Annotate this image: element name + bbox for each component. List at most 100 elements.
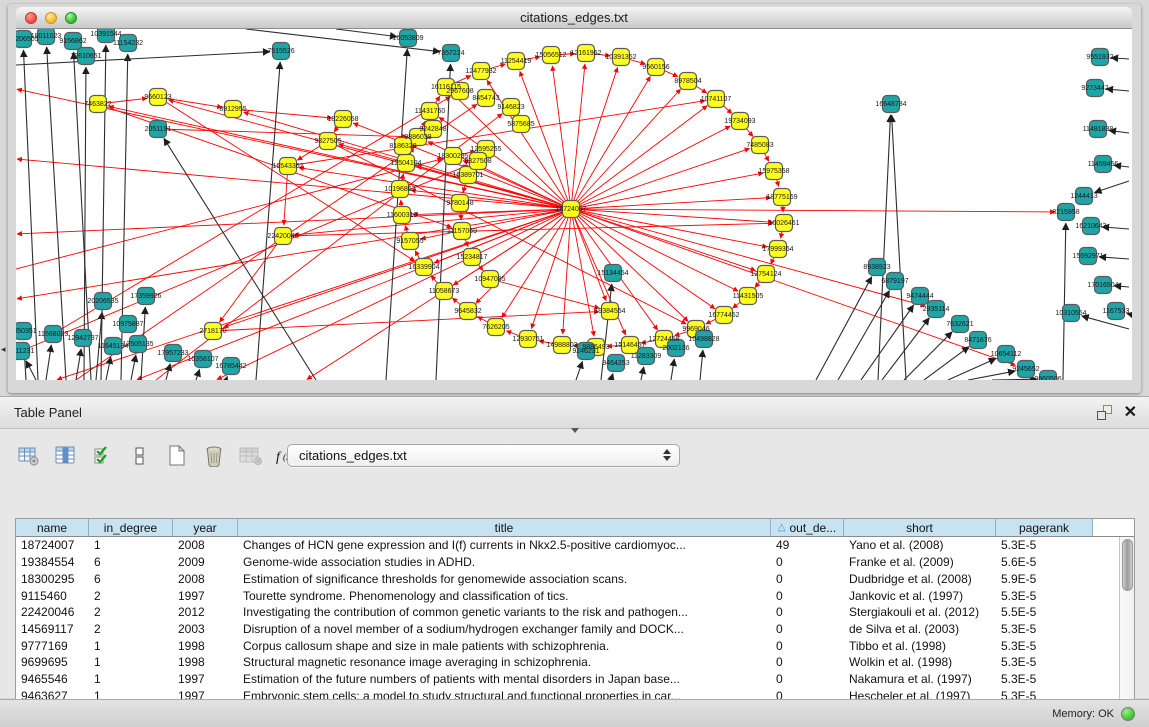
table-cell-out_de[interactable]: 0 (771, 605, 844, 619)
table-row[interactable]: 969969511998Structural magnetic resonanc… (16, 654, 1119, 671)
table-cell-year[interactable]: 1997 (173, 589, 238, 603)
graph-edge[interactable] (336, 29, 397, 37)
column-header-short[interactable]: short (844, 519, 996, 536)
table-cell-pagerank[interactable]: 5.9E-5 (996, 572, 1093, 586)
table-options-icon[interactable] (16, 443, 42, 469)
close-window-icon[interactable] (25, 12, 37, 24)
graph-edge[interactable] (992, 379, 1037, 380)
graph-edge[interactable] (571, 209, 773, 222)
graph-edge[interactable] (641, 367, 644, 380)
table-cell-in_degree[interactable]: 6 (89, 555, 173, 569)
graph-edge[interactable] (196, 369, 200, 380)
table-cell-year[interactable]: 2008 (173, 572, 238, 586)
graph-edge[interactable] (571, 106, 707, 209)
graph-edge[interactable] (490, 279, 599, 308)
table-cell-in_degree[interactable]: 6 (89, 572, 173, 586)
table-cell-year[interactable]: 2003 (173, 622, 238, 636)
table-cell-short[interactable]: Jankovic et al. (1997) (844, 589, 996, 603)
vertical-scrollbar[interactable] (1119, 537, 1134, 704)
graph-edge[interactable] (256, 62, 280, 380)
table-cell-short[interactable]: de Silva et al. (2003) (844, 622, 996, 636)
column-header-pagerank[interactable]: pagerank (996, 519, 1093, 536)
table-cell-short[interactable]: Nakamura et al. (1997) (844, 672, 996, 686)
import-table-icon[interactable] (238, 443, 264, 469)
graph-edge[interactable] (576, 361, 582, 380)
table-cell-title[interactable]: Tourette syndrome. Phenomenology and cla… (238, 589, 771, 603)
table-cell-name[interactable]: 9777169 (16, 639, 89, 653)
graph-edge[interactable] (816, 277, 872, 380)
memory-ok-indicator-icon[interactable] (1121, 707, 1135, 721)
table-row[interactable]: 1938455462009Genome-wide association stu… (16, 554, 1119, 571)
zoom-window-icon[interactable] (65, 12, 77, 24)
table-cell-out_de[interactable]: 0 (771, 655, 844, 669)
close-panel-icon[interactable]: ✕ (1124, 406, 1137, 420)
graph-edge[interactable] (838, 291, 890, 380)
graph-edge[interactable] (563, 209, 571, 334)
table-cell-short[interactable]: Yano et al. (2008) (844, 538, 996, 552)
table-row[interactable]: 946554611997Estimation of the future num… (16, 671, 1119, 688)
network-window-titlebar[interactable]: citations_edges.txt (16, 7, 1132, 29)
table-cell-title[interactable]: Changes of HCN gene expression and I(f) … (238, 538, 771, 552)
graph-edge[interactable] (213, 312, 599, 331)
graph-edge[interactable] (904, 332, 952, 380)
table-cell-short[interactable]: Dudbridge et al. (2008) (844, 572, 996, 586)
column-header-year[interactable]: year (173, 519, 238, 536)
table-cell-out_de[interactable]: 0 (771, 589, 844, 603)
graph-edge[interactable] (892, 115, 906, 380)
graph-edge[interactable] (106, 357, 111, 380)
table-cell-name[interactable]: 22420046 (16, 605, 89, 619)
table-cell-out_de[interactable]: 0 (771, 555, 844, 569)
graph-edge[interactable] (968, 371, 1015, 380)
column-header-name[interactable]: name (16, 519, 89, 536)
select-columns-icon[interactable] (90, 443, 116, 469)
table-cell-pagerank[interactable]: 5.6E-5 (996, 555, 1093, 569)
graph-edge[interactable] (571, 76, 650, 209)
table-cell-short[interactable]: Franke et al. (2009) (844, 555, 996, 569)
table-cell-name[interactable]: 19384554 (16, 555, 89, 569)
table-cell-pagerank[interactable]: 5.3E-5 (996, 538, 1093, 552)
graph-edge[interactable] (1106, 89, 1129, 91)
table-cell-year[interactable]: 2012 (173, 605, 238, 619)
table-cell-title[interactable]: Structural magnetic resonance image aver… (238, 655, 771, 669)
table-row[interactable]: 911546021997Tourette syndrome. Phenomeno… (16, 587, 1119, 604)
collapse-panel-arrow-icon[interactable]: ◂ (1, 344, 6, 355)
table-cell-year[interactable]: 2008 (173, 538, 238, 552)
network-canvas[interactable]: 1872400716116115124779321125441915056512… (16, 29, 1132, 380)
table-cell-in_degree[interactable]: 1 (89, 655, 173, 669)
delete-icon[interactable] (201, 443, 227, 469)
graph-edge[interactable] (671, 359, 674, 380)
table-cell-name[interactable]: 9115460 (16, 589, 89, 603)
table-cell-in_degree[interactable]: 2 (89, 605, 173, 619)
graph-edge[interactable] (1094, 181, 1129, 193)
table-selector-dropdown[interactable]: citations_edges.txt (287, 444, 680, 467)
graph-edge[interactable] (924, 347, 969, 380)
row-options-icon[interactable] (127, 443, 153, 469)
table-cell-pagerank[interactable]: 5.3E-5 (996, 589, 1093, 603)
table-cell-pagerank[interactable]: 5.3E-5 (996, 639, 1093, 653)
graph-edge[interactable] (226, 376, 227, 380)
table-cell-pagerank[interactable]: 5.3E-5 (996, 655, 1093, 669)
table-cell-year[interactable]: 1998 (173, 655, 238, 669)
graph-edge[interactable] (571, 209, 738, 291)
graph-edge[interactable] (611, 374, 613, 380)
graph-edge[interactable] (552, 66, 571, 209)
graph-edge[interactable] (571, 209, 1055, 212)
table-cell-out_de[interactable]: 0 (771, 572, 844, 586)
graph-edge[interactable] (948, 358, 996, 380)
table-row[interactable]: 1872400712008Changes of HCN gene express… (16, 537, 1119, 554)
table-cell-title[interactable]: Estimation of the future numbers of pati… (238, 672, 771, 686)
table-cell-short[interactable]: Tibbo et al. (1998) (844, 639, 996, 653)
table-cell-year[interactable]: 2009 (173, 555, 238, 569)
graph-edge[interactable] (26, 361, 36, 380)
network-window[interactable]: citations_edges.txt 18724007161161151247… (8, 4, 1141, 393)
graph-edge[interactable] (16, 52, 270, 65)
table-cell-name[interactable]: 14569117 (16, 622, 89, 636)
table-cell-in_degree[interactable]: 2 (89, 622, 173, 636)
splitter-handle[interactable] (571, 428, 579, 433)
table-row[interactable]: 1830029562008Estimation of significance … (16, 571, 1119, 588)
show-columns-icon[interactable] (53, 443, 79, 469)
table-cell-out_de[interactable]: 0 (771, 639, 844, 653)
table-cell-in_degree[interactable]: 2 (89, 589, 173, 603)
table-cell-title[interactable]: Corpus callosum shape and size in male p… (238, 639, 771, 653)
float-panel-icon[interactable] (1097, 405, 1112, 420)
